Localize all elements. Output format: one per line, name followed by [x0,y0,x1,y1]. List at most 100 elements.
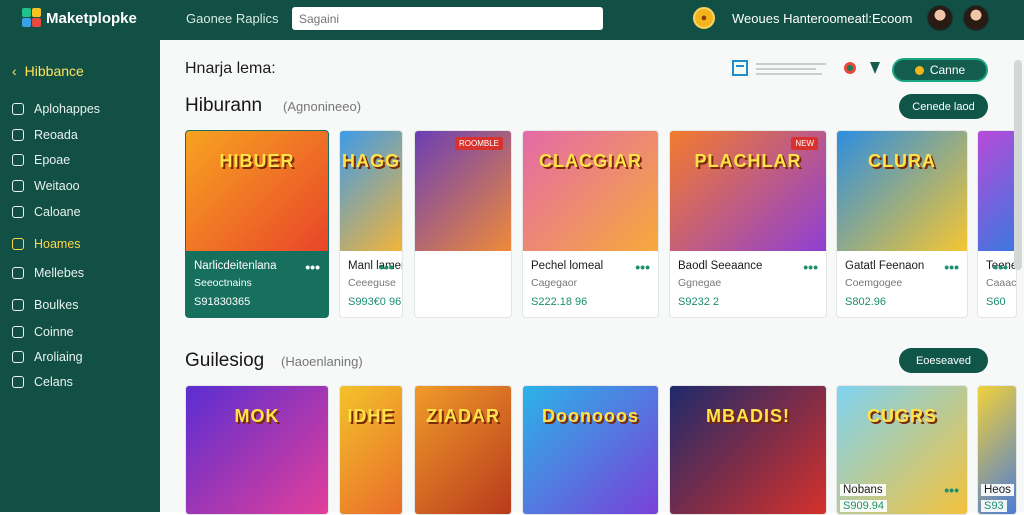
game-card[interactable]: MBADIS! [669,385,827,515]
game-card[interactable]: IDHE [339,385,403,515]
game-card[interactable]: ROOMBLE [414,130,512,318]
box-icon [12,299,24,311]
game-button[interactable]: Canne [892,58,988,82]
new-badge: NEW [791,137,818,150]
section-action-button[interactable]: Eoeseaved [899,348,988,373]
share-icon[interactable] [842,60,858,76]
game-name: Baodl Seeaance [678,260,763,272]
avatar[interactable] [927,5,953,31]
game-card[interactable]: Teene Caaac S60 ••• [977,130,1017,318]
section-title: Hiburann [185,95,263,116]
sidebar-item[interactable]: Caloane [12,205,81,219]
sidebar-item[interactable]: Celans [12,375,73,389]
sidebar-item-label: Weitaoo [34,179,80,193]
chevron-left-icon: ‹ [12,63,17,79]
game-thumbnail[interactable] [978,131,1016,251]
user-email[interactable]: Weoues Hanteroomeatl:Ecoom [732,11,912,26]
page-title: Hnarja lema: [185,60,276,77]
sidebar-item-label: Aroliaing [34,350,83,364]
app-logo[interactable]: Maketplopke [22,8,137,28]
game-thumbnail[interactable]: IDHE [340,386,402,514]
game-thumbnail-title: HAGG [342,151,400,171]
chat-icon [12,267,24,279]
sidebar-title[interactable]: ‹ Hibbance [12,63,84,79]
game-thumbnail-title: MOK [234,406,280,426]
sidebar-item-label: Aplohappes [34,102,101,116]
logo-mark-icon [22,8,42,28]
game-card[interactable]: MOK [185,385,329,515]
more-options-icon[interactable]: ••• [635,259,650,275]
more-options-icon[interactable]: ••• [944,259,959,275]
section-subtitle: (Agnonineeo) [283,99,362,114]
game-developer: Coemgogee [845,277,903,289]
top-nav-link[interactable]: Gaonee Raplics [186,11,279,26]
game-price: S802.96 [845,296,886,308]
sidebar-item[interactable]: Hoames [12,237,81,251]
game-thumbnail-title: MBADIS! [706,406,790,426]
more-options-icon[interactable]: ••• [944,482,959,498]
sidebar-item[interactable]: Boulkes [12,298,78,312]
game-price: S91830365 [194,296,251,308]
calendar-icon[interactable] [732,60,748,76]
more-options-icon[interactable]: ••• [993,259,1008,275]
game-price: S9232 2 [678,296,719,308]
section-action-button[interactable]: Cenede laod [899,94,988,119]
sidebar-item-label: Caloane [34,205,81,219]
game-thumbnail[interactable]: MBADIS! [670,386,826,514]
drop-icon [12,376,24,388]
game-thumbnail[interactable]: PLACHLAR NEW [670,131,826,251]
coin-icon[interactable]: ● [693,7,715,29]
bookmark-icon[interactable] [867,60,883,76]
game-developer: Caaac [986,277,1017,289]
sidebar-item-label: Boulkes [34,298,79,312]
sidebar-item-label: Reoada [34,128,78,142]
sidebar-item[interactable]: Aplohappes [12,102,100,116]
avatar-secondary[interactable] [963,5,989,31]
game-card[interactable]: HeosS93••• [977,385,1017,515]
game-card[interactable]: ZIADAR [414,385,512,515]
sidebar-item[interactable]: Reoada [12,128,78,142]
game-thumbnail[interactable]: HAGG [340,131,402,251]
game-card[interactable]: HIBUER Narlicdeitenlana Seeoctnains S918303… [185,130,329,318]
section-subtitle: (Haoenlaning) [281,354,363,369]
sidebar-item[interactable]: Weitaoo [12,179,80,193]
sidebar-item-label: Coinne [34,325,74,339]
more-options-icon[interactable]: ••• [305,259,320,275]
game-thumbnail[interactable]: Doonooos [523,386,658,514]
app-name: Maketplopke [46,9,137,27]
game-price: S93 [981,500,1007,512]
game-card[interactable]: CLURA Gatatl Feenaon Coemgogee S802.96 ••• [836,130,968,318]
game-thumbnail[interactable]: ZIADAR [415,386,511,514]
game-thumbnail-title: CUGRS [866,406,937,426]
game-card[interactable]: PLACHLAR NEW Baodl Seeaance Ggnegae S9232 2 •… [669,130,827,318]
game-thumbnail-title: Doonooos [542,406,639,426]
game-thumbnail[interactable]: HIBUER [186,131,328,251]
sidebar-item[interactable]: Coinne [12,325,74,339]
game-card[interactable]: CLACGIAR Pechel lomeal Cagegaor S222.18 96 •… [522,130,659,318]
apps-icon [12,103,24,115]
folder-icon [12,238,24,250]
game-thumbnail-title: HIBUER [219,151,295,171]
more-options-icon[interactable]: ••• [803,259,818,275]
section-title: Guilesiog [185,350,265,371]
coin-small-icon [914,65,924,75]
search-input[interactable] [292,7,603,30]
scrollbar[interactable] [1014,60,1022,270]
game-thumbnail[interactable]: CLACGIAR [523,131,658,251]
coins-icon [12,326,24,338]
sidebar-item-label: Hoames [34,237,81,251]
game-thumbnail[interactable]: CLURA [837,131,967,251]
game-card[interactable]: Doonooos [522,385,659,515]
game-developer: Seeoctnains [194,277,252,289]
filter-bars-icon [756,63,826,75]
game-card[interactable]: HAGG Manl lamenl Gi Man Ceeeguse S993€0 96 •… [339,130,403,318]
more-options-icon[interactable]: ••• [379,259,394,275]
game-name: Gatatl Feenaon [845,260,925,272]
sidebar-item[interactable]: Mellebes [12,266,84,280]
game-thumbnail[interactable]: ROOMBLE [415,131,511,251]
game-card[interactable]: CUGRS Nobans S909.94 ••• [836,385,968,515]
sidebar-item[interactable]: Aroliaing [12,350,83,364]
game-thumbnail[interactable]: MOK [186,386,328,514]
game-thumbnail-title: CLURA [868,151,936,171]
sidebar-item[interactable]: Epoae [12,153,70,167]
